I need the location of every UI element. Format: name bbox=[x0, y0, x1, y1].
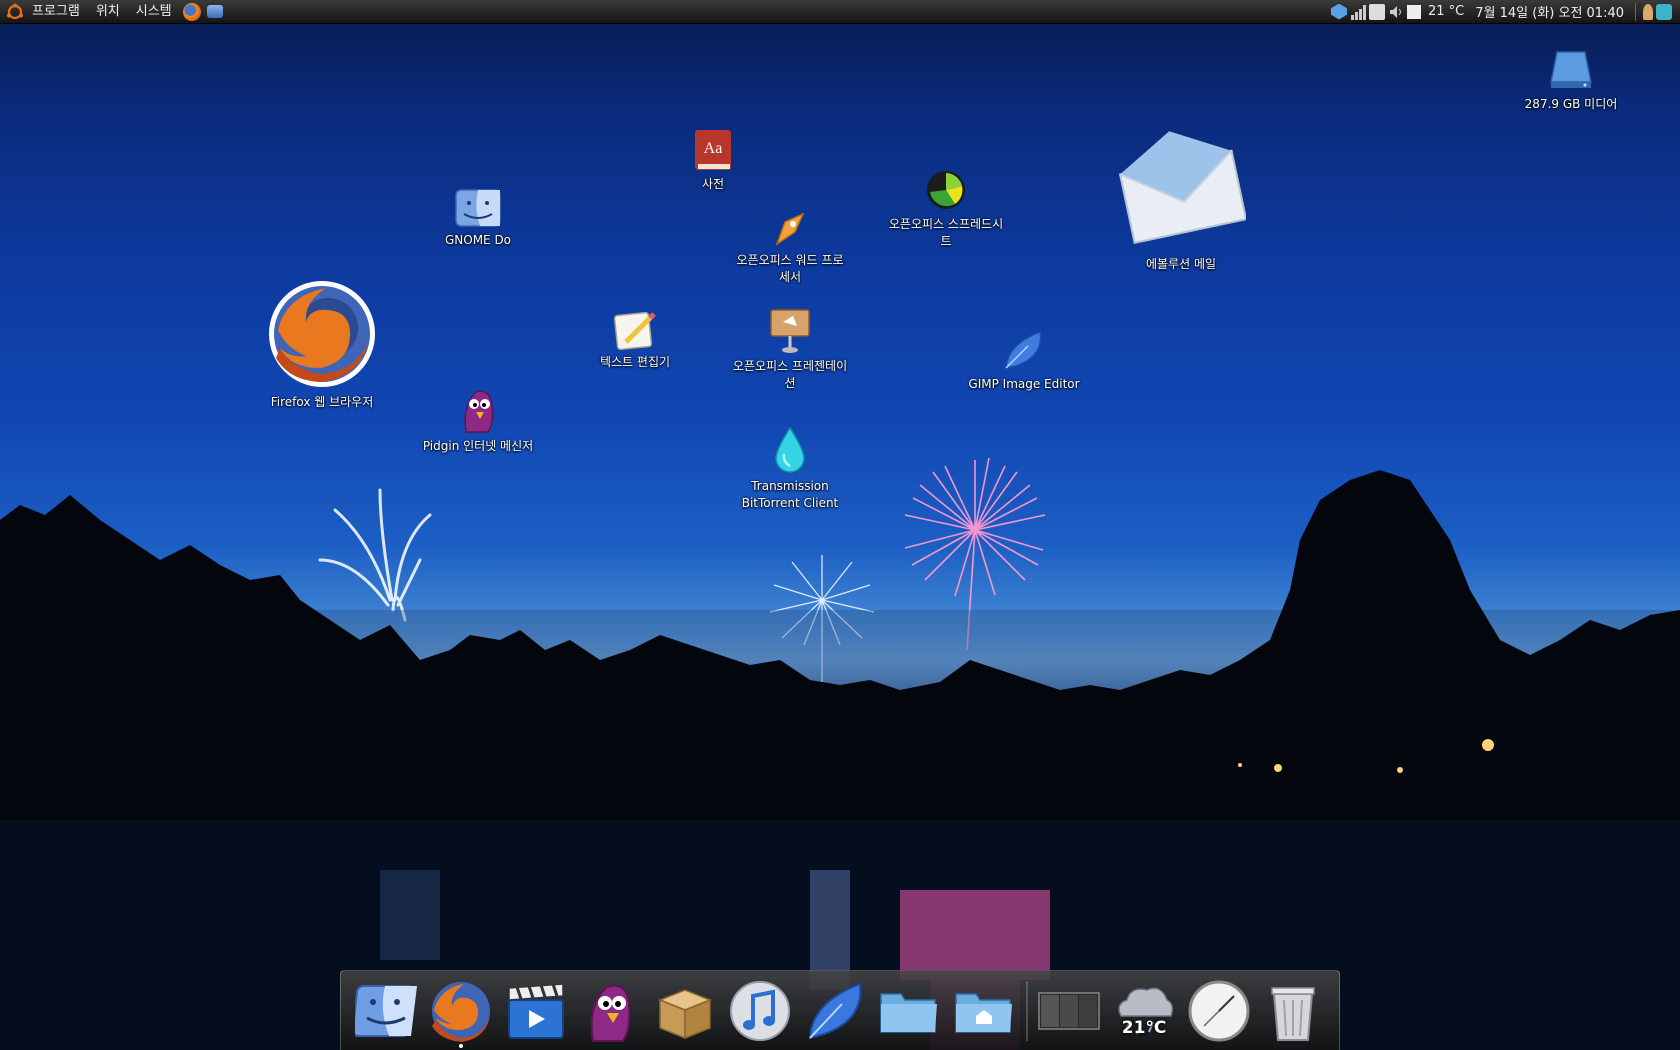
pie-chart-icon bbox=[927, 171, 965, 209]
pen-nib-icon bbox=[775, 212, 805, 246]
pidgin-bird-icon bbox=[464, 390, 494, 433]
desktop-icon-firefox[interactable]: Firefox 웹 브라우저 bbox=[247, 278, 397, 411]
menu-places[interactable]: 위치 bbox=[88, 0, 128, 24]
dropbox-icon[interactable] bbox=[1330, 3, 1347, 20]
clock-icon bbox=[1188, 980, 1250, 1041]
svg-text:Aa: Aa bbox=[704, 140, 723, 157]
firefox-label: Firefox 웹 브라우저 bbox=[270, 395, 374, 409]
weather-icon[interactable] bbox=[1406, 4, 1421, 19]
dock-separator bbox=[1025, 980, 1028, 1041]
firefox-icon bbox=[269, 281, 375, 387]
gimp-feather-icon bbox=[1005, 330, 1042, 369]
oo-calc-label: 오픈오피스 스프레드시 트 bbox=[888, 217, 1004, 248]
system-tray: 21 °C 7월 14일 (화) 오전 01:40 bbox=[1330, 2, 1680, 21]
dock-gimp[interactable] bbox=[802, 978, 868, 1044]
firefox-launcher-icon[interactable] bbox=[182, 2, 201, 21]
email-launcher-icon[interactable] bbox=[206, 5, 223, 18]
desktop-icon-gimp[interactable]: GIMP Image Editor bbox=[949, 328, 1099, 393]
dock: 21°C bbox=[340, 970, 1340, 1050]
desktop-icon-transmission[interactable]: Transmission BitTorrent Client bbox=[715, 426, 865, 512]
home-folder-icon bbox=[955, 992, 1012, 1033]
workspace-switcher-icon bbox=[1038, 991, 1101, 1030]
dock-folder[interactable] bbox=[876, 978, 942, 1044]
dock-package[interactable] bbox=[652, 978, 718, 1044]
user-icon[interactable] bbox=[1643, 3, 1653, 20]
ubuntu-logo-icon[interactable] bbox=[6, 3, 24, 21]
desktop-icon-pidgin[interactable]: Pidgin 인터넷 메신저 bbox=[403, 386, 553, 455]
finder-face-icon bbox=[455, 189, 501, 227]
cardboard-box-icon bbox=[658, 988, 713, 1039]
pidgin-label: Pidgin 인터넷 메신저 bbox=[422, 439, 534, 453]
music-note-icon bbox=[729, 980, 790, 1041]
dock-workspace-switcher[interactable] bbox=[1036, 978, 1102, 1044]
gimp-feather-icon bbox=[808, 982, 861, 1039]
gnome-do-tray-icon[interactable] bbox=[1368, 3, 1385, 20]
desktop-icon-drive[interactable]: 287.9 GB 미디어 bbox=[1496, 48, 1646, 113]
folder-icon bbox=[880, 992, 938, 1033]
desktop-icon-oo-writer[interactable]: 오픈오피스 워드 프로 세서 bbox=[715, 208, 865, 286]
firework-white-left bbox=[318, 488, 432, 622]
network-signal-icon[interactable] bbox=[1350, 4, 1366, 20]
gnome-do-label: GNOME Do bbox=[444, 233, 512, 247]
firefox-icon bbox=[432, 981, 491, 1042]
dock-music[interactable] bbox=[727, 978, 793, 1044]
oo-impress-label: 오픈오피스 프레젠테이 션 bbox=[732, 359, 848, 390]
dock-weather[interactable]: 21°C bbox=[1111, 978, 1177, 1044]
notepad-pencil-icon bbox=[613, 311, 656, 350]
dock-video[interactable] bbox=[503, 978, 569, 1044]
weather-temperature: 21°C bbox=[1121, 1017, 1167, 1038]
drive-label: 287.9 GB 미디어 bbox=[1524, 97, 1618, 111]
panel-separator bbox=[1635, 2, 1636, 21]
desktop-icon-gnome-do[interactable]: GNOME Do bbox=[403, 188, 553, 249]
top-panel: 프로그램 위치 시스템 21 °C 7월 14일 (화) 오전 01:40 bbox=[0, 0, 1680, 24]
trash-icon bbox=[1271, 986, 1316, 1041]
desktop-icon-evolution[interactable]: 에볼루션 메일 bbox=[1106, 122, 1256, 273]
desktop-icon-dictionary[interactable]: Aa 사전 bbox=[638, 128, 788, 193]
oo-writer-label: 오픈오피스 워드 프로 세서 bbox=[736, 253, 844, 284]
dock-finder[interactable] bbox=[353, 978, 419, 1044]
dictionary-label: 사전 bbox=[701, 177, 725, 191]
clock-text[interactable]: 7월 14일 (화) 오전 01:40 bbox=[1471, 2, 1628, 21]
dock-pidgin[interactable] bbox=[577, 978, 643, 1044]
text-editor-label: 텍스트 편집기 bbox=[599, 355, 671, 369]
dock-home-folder[interactable] bbox=[951, 978, 1017, 1044]
menu-applications[interactable]: 프로그램 bbox=[24, 0, 88, 24]
desktop-icon-text-editor[interactable]: 텍스트 편집기 bbox=[560, 308, 710, 371]
gimp-label: GIMP Image Editor bbox=[968, 377, 1080, 391]
wallpaper bbox=[0, 457, 1680, 1050]
pidgin-bird-icon bbox=[591, 984, 631, 1042]
desktop-icon-oo-calc[interactable]: 오픈오피스 스프레드시 트 bbox=[871, 168, 1021, 250]
power-icon[interactable] bbox=[1656, 3, 1672, 20]
dock-clock[interactable] bbox=[1186, 978, 1252, 1044]
temperature-text[interactable]: 21 °C bbox=[1424, 4, 1468, 19]
harddrive-icon bbox=[1550, 51, 1592, 88]
envelope-icon bbox=[1118, 131, 1246, 245]
presentation-easel-icon bbox=[770, 309, 810, 353]
clapperboard-icon bbox=[507, 982, 564, 1039]
dock-firefox[interactable] bbox=[428, 978, 494, 1048]
menu-system[interactable]: 시스템 bbox=[128, 0, 180, 24]
dictionary-icon: Aa bbox=[695, 130, 731, 170]
desktop-icon-oo-impress[interactable]: 오픈오피스 프레젠테이 션 bbox=[715, 308, 865, 392]
transmission-label: Transmission BitTorrent Client bbox=[741, 479, 839, 510]
volume-icon[interactable] bbox=[1388, 4, 1404, 20]
dock-trash[interactable] bbox=[1260, 978, 1326, 1044]
running-indicator bbox=[459, 1043, 464, 1048]
transmission-drop-icon bbox=[775, 426, 805, 473]
finder-icon bbox=[355, 984, 418, 1037]
evolution-label: 에볼루션 메일 bbox=[1145, 257, 1217, 271]
desktop[interactable]: 프로그램 위치 시스템 21 °C 7월 14일 (화) 오전 01:40 28… bbox=[0, 0, 1680, 1050]
